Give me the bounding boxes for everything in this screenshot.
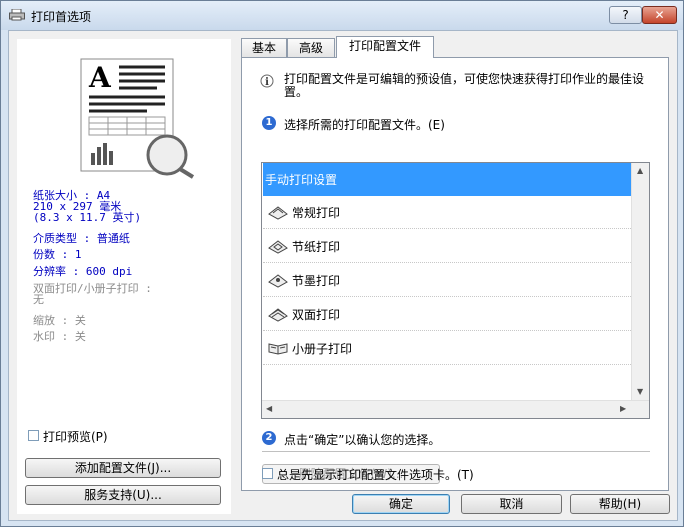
paper-saving-icon	[268, 240, 288, 254]
watermark-value: 水印 : 关	[33, 330, 86, 343]
always-show-profiles-checkbox[interactable]	[262, 468, 273, 479]
scroll-up-icon[interactable]: ▲	[637, 166, 643, 175]
info-icon: i	[260, 74, 274, 88]
profile-item-label: 节墨打印	[292, 274, 341, 288]
help-button[interactable]: 帮助(H)	[570, 494, 670, 514]
step-1-label: 选择所需的打印配置文件。(E)	[284, 118, 445, 132]
duplex-print-icon	[268, 308, 288, 322]
close-button[interactable]: ✕	[642, 6, 677, 24]
scaling-value: 缩放 : 关	[33, 314, 86, 327]
media-type-value: 介质类型 : 普通纸	[33, 232, 130, 245]
cancel-button[interactable]: 取消	[461, 494, 562, 514]
profile-list-vertical-scrollbar[interactable]: ▲ ▼	[631, 163, 649, 401]
dialog-body: A 纸张大小 : A4 210 x 297 毫米 (8.3 x 11.7 英寸)…	[8, 30, 678, 521]
tab-print-profiles[interactable]: 打印配置文件	[336, 36, 434, 58]
duplex-label: 双面打印/小册子打印 :	[33, 282, 152, 295]
profile-item-general[interactable]: 常规打印	[263, 196, 631, 229]
duplex-value: 无	[33, 293, 44, 306]
profiles-description: 打印配置文件是可编辑的预设值，可使您快速获得打印作业的最佳设置。	[284, 72, 645, 99]
always-show-profiles-label: 总是先显示打印配置文件选项卡。(T)	[277, 468, 474, 482]
scroll-left-icon[interactable]: ◀	[266, 404, 272, 413]
profile-item-label: 双面打印	[292, 308, 341, 322]
print-preferences-window: 打印首选项 ? ✕ A 纸张大小: A4 210 x 297 毫米 (8.3 …	[0, 0, 684, 527]
title-bar[interactable]: 打印首选项 ? ✕	[1, 1, 683, 30]
print-preview-label: 打印预览(P)	[43, 430, 108, 444]
copies-value: 份数 : 1	[33, 248, 82, 261]
step-2-label: 点击“确定”以确认您的选择。	[284, 433, 441, 447]
panel-divider	[262, 451, 650, 452]
toner-saving-icon	[268, 274, 288, 288]
profile-item-label: 节纸打印	[292, 240, 341, 254]
settings-summary-panel: A 纸张大小 : A4 210 x 297 毫米 (8.3 x 11.7 英寸)…	[17, 39, 231, 514]
printer-icon	[9, 9, 25, 21]
profile-item-booklet[interactable]: 小册子打印	[263, 332, 631, 365]
booklet-print-icon	[268, 343, 288, 355]
scroll-down-icon[interactable]: ▼	[637, 387, 643, 396]
tab-advanced[interactable]: 高级	[287, 38, 335, 57]
svg-text:A: A	[88, 61, 112, 94]
svg-text:i: i	[265, 77, 269, 88]
add-profile-button[interactable]: 添加配置文件(J)...	[25, 458, 221, 478]
profile-item-label: 手动打印设置	[265, 173, 338, 187]
title-help-button[interactable]: ?	[609, 6, 642, 24]
profile-item-manual[interactable]: 手动打印设置	[263, 163, 631, 196]
print-preview-checkbox[interactable]	[28, 430, 39, 441]
page-preview-image: A	[80, 58, 195, 179]
profile-item-label: 常规打印	[292, 206, 341, 220]
scroll-right-icon[interactable]: ▶	[620, 404, 626, 413]
paper-size-inch: (8.3 x 11.7 英寸)	[33, 211, 142, 224]
window-title: 打印首选项	[31, 10, 92, 24]
ok-button[interactable]: 确定	[352, 494, 450, 514]
resolution-value: 分辨率 : 600 dpi	[33, 265, 133, 278]
print-profiles-panel: i 打印配置文件是可编辑的预设值，可使您快速获得打印作业的最佳设置。 1 选择所…	[241, 57, 669, 491]
profile-list[interactable]: 手动打印设置 常规打印 节纸打印 节墨打印 双面打印 小册子打印 ▲ ▼ ◀ ▶	[261, 162, 650, 419]
step-2-badge: 2	[262, 431, 276, 445]
support-button[interactable]: 服务支持(U)...	[25, 485, 221, 505]
general-print-icon	[268, 206, 288, 220]
step-1-badge: 1	[262, 116, 276, 130]
tab-basic[interactable]: 基本	[241, 38, 287, 57]
profile-item-toner-saving[interactable]: 节墨打印	[263, 264, 631, 297]
profile-item-label: 小册子打印	[292, 342, 353, 356]
profile-list-horizontal-scrollbar[interactable]: ◀ ▶	[262, 400, 649, 418]
profile-item-paper-saving[interactable]: 节纸打印	[263, 230, 631, 263]
profile-item-duplex[interactable]: 双面打印	[263, 298, 631, 331]
